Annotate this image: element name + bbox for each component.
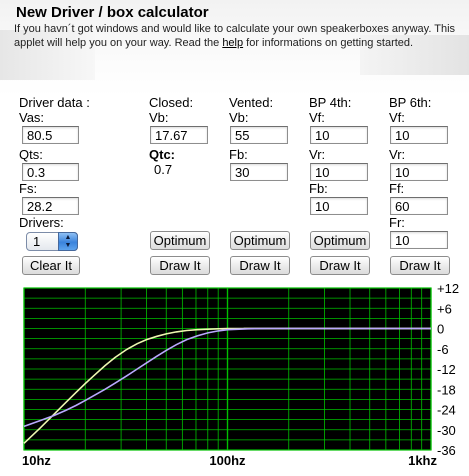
closed-vb-label: Vb: [149, 110, 169, 125]
bp4-fb-label: Fb: [309, 181, 328, 196]
vented-vb-input[interactable] [230, 126, 288, 144]
qtc-label: Qtc: [149, 147, 175, 162]
y-axis-labels: +12 +6 0 -6 -12 -18 -24 -30 -36 [437, 281, 459, 458]
vented-header: Vented: [229, 95, 274, 110]
bp4-fb-input[interactable] [310, 197, 368, 215]
bp4-vr-label: Vr: [309, 147, 326, 162]
x-tick-label: 1khz [408, 453, 437, 468]
bp6-ff-input[interactable] [390, 197, 448, 215]
bp4-optimum-button[interactable]: Optimum [310, 231, 370, 250]
bp6-vr-input[interactable] [390, 163, 448, 181]
chart-grid [23, 287, 432, 451]
driver-data-header: Driver data : [19, 95, 90, 110]
bp4-vf-label: Vf: [309, 110, 325, 125]
vented-draw-button[interactable]: Draw It [230, 256, 290, 275]
bp4-header: BP 4th: [309, 95, 352, 110]
page-title: New Driver / box calculator [16, 4, 209, 21]
intro-text-part: for informations on getting started. [243, 36, 414, 49]
drivers-select[interactable]: 1 ▲ ▼ [26, 232, 78, 251]
fs-input[interactable] [22, 197, 79, 215]
bp4-vr-input[interactable] [310, 163, 368, 181]
y-tick-label: -12 [437, 362, 456, 377]
y-tick-label: -30 [437, 423, 456, 438]
frequency-response-chart: +12 +6 0 -6 -12 -18 -24 -30 -36 10hz 100hz 1khz [0, 281, 469, 471]
vas-label: Vas: [19, 110, 45, 125]
fs-label: Fs: [19, 181, 38, 196]
closed-header: Closed: [149, 95, 194, 110]
bp6-vf-label: Vf: [389, 110, 405, 125]
vented-fb-input[interactable] [230, 163, 288, 181]
y-tick-label: -36 [437, 443, 456, 458]
vented-vb-label: Vb: [229, 110, 249, 125]
x-tick-label: 10hz [22, 453, 51, 468]
x-axis-labels: 10hz 100hz 1khz [22, 453, 437, 468]
y-tick-label: 0 [437, 322, 444, 337]
drivers-label: Drivers: [19, 215, 64, 230]
y-tick-label: +12 [437, 283, 459, 296]
qtc-value: 0.7 [154, 162, 173, 177]
qts-input[interactable] [22, 163, 79, 181]
x-tick-label: 100hz [209, 453, 246, 468]
drivers-select-value: 1 [33, 234, 41, 249]
y-tick-label: -6 [437, 342, 449, 357]
bp6-fr-label: Fr: [389, 215, 405, 230]
y-tick-label: +6 [437, 301, 452, 316]
bp4-vf-input[interactable] [310, 126, 368, 144]
qts-label: Qts: [19, 147, 43, 162]
y-tick-label: -18 [437, 382, 456, 397]
bp6-fr-input[interactable] [390, 231, 448, 249]
vented-optimum-button[interactable]: Optimum [230, 231, 290, 250]
bp6-draw-button[interactable]: Draw It [390, 256, 450, 275]
help-link[interactable]: help [222, 37, 243, 49]
bp6-vr-label: Vr: [389, 147, 406, 162]
bp4-draw-button[interactable]: Draw It [310, 256, 370, 275]
y-tick-label: -24 [437, 403, 456, 418]
up-down-arrows-icon: ▲ ▼ [58, 232, 78, 251]
bp6-ff-label: Ff: [389, 181, 405, 196]
closed-vb-input[interactable] [150, 126, 208, 144]
closed-draw-button[interactable]: Draw It [150, 256, 210, 275]
bp6-vf-input[interactable] [390, 126, 448, 144]
closed-optimum-button[interactable]: Optimum [150, 231, 210, 250]
clear-button[interactable]: Clear It [22, 256, 80, 275]
bp6-header: BP 6th: [389, 95, 432, 110]
chart-svg: +12 +6 0 -6 -12 -18 -24 -30 -36 10hz 100hz 1khz [22, 281, 459, 468]
intro-text: If you havn´t got windows and would like… [14, 23, 459, 50]
vented-fb-label: Fb: [229, 147, 248, 162]
vas-input[interactable] [22, 126, 79, 144]
